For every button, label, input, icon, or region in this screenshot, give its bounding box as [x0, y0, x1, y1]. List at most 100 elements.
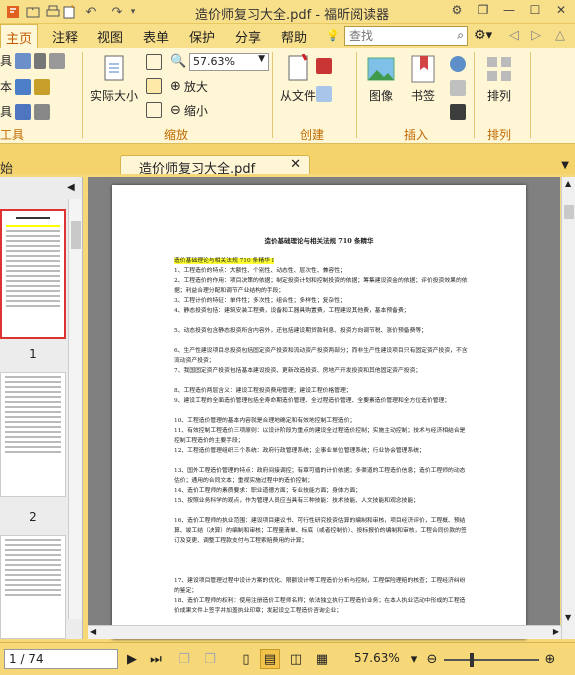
restore-window-icon[interactable]: ❐: [475, 2, 491, 18]
zoom-slider-handle[interactable]: [470, 653, 474, 667]
zoom-out-label: 缩小: [183, 104, 208, 118]
tab-comment[interactable]: 注释: [52, 27, 78, 46]
paragraph: 7、我国固定资产投资包括基本建设投资、更新改造投资、房地产开发投资和其他固定资产…: [174, 368, 422, 374]
tool-hand[interactable]: 具: [0, 52, 66, 69]
document-viewport[interactable]: 造价基础理论与相关法规 710 条精华 造价基础理论与相关法规 710 条精华 …: [88, 177, 560, 639]
zoom-tool-button[interactable]: 🔍: [170, 54, 186, 69]
create-group-label: 创建: [300, 128, 325, 142]
fit-page-icon: [146, 54, 162, 70]
tab-close-icon[interactable]: ✕: [290, 157, 301, 172]
zoom-in-button[interactable]: ⊕ 放大: [170, 78, 208, 95]
search-box[interactable]: ⌕: [344, 26, 468, 46]
collapse-panel-icon[interactable]: ◀: [67, 182, 75, 193]
open-icon[interactable]: [24, 3, 42, 21]
fit-visible-button[interactable]: [146, 102, 162, 118]
tab-help[interactable]: 帮助: [281, 27, 307, 46]
create-dropdown-button[interactable]: [316, 58, 332, 74]
paragraph: 13、国外工程造价管理的特点：政府间接调控；有章可循的计价依据；多渠道的工程造价…: [174, 468, 466, 484]
bookmark-icon: [411, 55, 435, 83]
paragraph: 18、造价工程师的权利：使用注册造价工程师名称；依法独立执行工程造价业务；在本人…: [174, 598, 466, 614]
text-select-icon[interactable]: [34, 52, 47, 69]
paragraph: 11、有效控制工程造价三项原则：以设计阶段为重点的建设全过程造价控制；实施主动控…: [174, 428, 466, 444]
settings-window-icon[interactable]: ⚙: [449, 2, 465, 18]
next-page-icon[interactable]: ▶: [122, 649, 142, 669]
maximize-icon[interactable]: ☐: [527, 2, 543, 18]
scroll-left-icon[interactable]: ◀: [90, 627, 96, 636]
typewriter-icon: [15, 103, 32, 120]
next-view-icon[interactable]: ❐: [200, 649, 220, 669]
image-button[interactable]: 图像: [366, 54, 396, 104]
actual-size-button[interactable]: 实际大小: [90, 54, 138, 104]
thumbnail-scrollbar[interactable]: [68, 199, 82, 619]
vertical-scroll-thumb[interactable]: [564, 205, 574, 219]
note-icon[interactable]: [34, 78, 51, 95]
fit-page-button[interactable]: [146, 54, 162, 70]
tab-home[interactable]: 主页: [0, 24, 39, 49]
paragraph: 3、工程计价的特征：单件性；多次性；组合性；多样性；复杂性；: [174, 298, 346, 304]
search-icon[interactable]: ⌕: [457, 28, 464, 43]
continuous-page-icon[interactable]: ▤: [260, 649, 280, 669]
arrange-group-label: 排列: [487, 128, 512, 142]
scroll-right-icon[interactable]: ▶: [553, 627, 559, 636]
thumbnail-page[interactable]: [0, 372, 66, 497]
minimize-icon[interactable]: —: [501, 2, 517, 18]
tool-sticky[interactable]: 本: [0, 78, 51, 95]
zoom-dropdown-icon[interactable]: ▼: [258, 54, 265, 64]
link-button[interactable]: [450, 56, 466, 72]
paragraph: 6、生产性建设项目总投资包括固定资产投资和流动资产投资两部分；而非生产性建设项目…: [174, 348, 468, 364]
search-options-icon[interactable]: ⚙▾: [474, 28, 492, 43]
zoom-combobox[interactable]: 57.63% ▼: [189, 53, 269, 71]
page-number-input[interactable]: 1 / 74: [4, 649, 118, 669]
single-page-icon[interactable]: ▯: [236, 649, 256, 669]
search-input[interactable]: [345, 27, 445, 45]
zoom-out-button[interactable]: ⊖ 缩小: [170, 102, 208, 119]
lightbulb-icon[interactable]: 💡: [326, 29, 340, 42]
attachment-button[interactable]: [450, 80, 466, 96]
audio-video-button[interactable]: [450, 104, 466, 120]
nav-forward-icon[interactable]: ▷: [531, 28, 541, 43]
tab-start[interactable]: 始: [0, 158, 13, 177]
zoom-menu-dropdown-icon[interactable]: ▾: [404, 649, 424, 669]
scroll-up-icon[interactable]: ▲: [565, 179, 571, 188]
tool-typewriter[interactable]: 具: [0, 103, 51, 120]
stamp-icon[interactable]: [34, 103, 51, 120]
thumbnail-page-current[interactable]: [0, 209, 66, 339]
close-icon[interactable]: ✕: [553, 2, 569, 18]
blank-page-button[interactable]: [316, 86, 332, 102]
fit-width-button[interactable]: [146, 78, 162, 94]
tab-list-dropdown-icon[interactable]: ▼: [561, 160, 569, 171]
undo-icon[interactable]: ↶: [82, 3, 100, 21]
app-logo-icon[interactable]: [4, 3, 22, 21]
continuous-facing-icon[interactable]: ▦: [312, 649, 332, 669]
tools-group-label: 工具: [0, 128, 25, 142]
thumbnail-page[interactable]: [0, 535, 66, 639]
vertical-scrollbar[interactable]: ▲ ▼: [561, 177, 575, 639]
tool-hand-label: 具: [0, 54, 13, 68]
tab-view[interactable]: 视图: [97, 27, 123, 46]
tab-document[interactable]: 造价师复习大全.pdf ✕: [120, 155, 310, 177]
zoom-slider-track[interactable]: [444, 659, 539, 661]
tab-form[interactable]: 表单: [143, 27, 169, 46]
last-page-icon[interactable]: ⏭: [146, 649, 166, 669]
zoom-out-icon: ⊖: [170, 103, 181, 118]
horizontal-scrollbar[interactable]: ◀ ▶: [88, 625, 561, 639]
nav-back-icon[interactable]: ◁: [509, 28, 519, 43]
facing-pages-icon[interactable]: ◫: [286, 649, 306, 669]
nav-up-icon[interactable]: △: [555, 28, 565, 43]
quick-access-dropdown-icon[interactable]: ▾: [124, 3, 142, 21]
paragraph: 17、建设项目管理过程中设计方案的优化、限额设计等工程造价分析与控制，工程保险理…: [174, 578, 466, 594]
status-zoom-out-icon[interactable]: ⊖: [422, 649, 442, 669]
video-icon: [450, 104, 466, 120]
new-icon[interactable]: [60, 3, 78, 21]
status-bar: 1 / 74 ▶ ⏭ ❐ ❐ ▯ ▤ ◫ ▦ 57.63% ▾ ⊖ ⊕: [0, 642, 575, 675]
tab-share[interactable]: 分享: [235, 27, 261, 46]
actual-size-icon: [104, 55, 124, 81]
status-zoom-in-icon[interactable]: ⊕: [540, 649, 560, 669]
tab-protect[interactable]: 保护: [189, 27, 215, 46]
from-file-button[interactable]: 从文件: [280, 54, 316, 104]
arrange-button[interactable]: 排列: [484, 54, 514, 104]
bookmark-button[interactable]: 书签: [408, 54, 438, 104]
prev-view-icon[interactable]: ❐: [174, 649, 194, 669]
scroll-down-icon[interactable]: ▼: [565, 613, 571, 622]
snapshot-icon[interactable]: [49, 52, 66, 69]
